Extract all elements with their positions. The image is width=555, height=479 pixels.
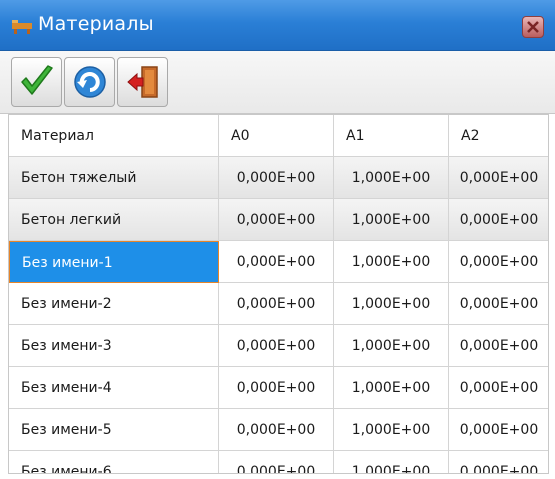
cell-a0[interactable]: 0,000E+00 <box>219 367 334 409</box>
cell-a1[interactable]: 1,000E+00 <box>334 409 449 451</box>
table-row[interactable]: Бетон тяжелый 0,000E+00 1,000E+00 0,000E+00 <box>9 157 548 199</box>
column-header-a2[interactable]: A2 <box>449 115 548 157</box>
cell-a1[interactable]: 1,000E+00 <box>334 241 449 283</box>
cell-material[interactable]: Без имени-6 <box>9 451 219 473</box>
refresh-button[interactable] <box>64 57 115 107</box>
exit-button[interactable] <box>117 57 168 107</box>
materials-window: Материалы Материал A0 A1 A2 Бетон тяжелы… <box>0 0 555 479</box>
apply-button[interactable] <box>11 57 62 107</box>
cell-a1[interactable]: 1,000E+00 <box>334 451 449 473</box>
checkmark-icon <box>21 65 53 95</box>
title-bar[interactable]: Материалы <box>0 0 555 51</box>
table-row[interactable]: Без имени-1 0,000E+00 1,000E+00 0,000E+00 <box>9 241 548 283</box>
column-header-a0[interactable]: A0 <box>219 115 334 157</box>
table-row[interactable]: Без имени-3 0,000E+00 1,000E+00 0,000E+00 <box>9 325 548 367</box>
cell-a0[interactable]: 0,000E+00 <box>219 283 334 325</box>
table-row[interactable]: Без имени-4 0,000E+00 1,000E+00 0,000E+00 <box>9 367 548 409</box>
cell-a2[interactable]: 0,000E+00 <box>449 283 548 325</box>
cell-a1[interactable]: 1,000E+00 <box>334 157 449 199</box>
window-title: Материалы <box>38 13 154 35</box>
close-button[interactable] <box>522 16 544 38</box>
cell-a0[interactable]: 0,000E+00 <box>219 157 334 199</box>
cell-a1[interactable]: 1,000E+00 <box>334 367 449 409</box>
exit-door-icon <box>127 66 158 98</box>
cell-a2[interactable]: 0,000E+00 <box>449 241 548 283</box>
cell-material[interactable]: Без имени-4 <box>9 367 219 409</box>
cell-material[interactable]: Бетон тяжелый <box>9 157 219 199</box>
column-header-material[interactable]: Материал <box>9 115 219 157</box>
table-row[interactable]: Без имени-5 0,000E+00 1,000E+00 0,000E+00 <box>9 409 548 451</box>
app-icon <box>12 20 32 34</box>
cell-a2[interactable]: 0,000E+00 <box>449 325 548 367</box>
table-row[interactable]: Без имени-6 0,000E+00 1,000E+00 0,000E+00 <box>9 451 548 473</box>
cell-material[interactable]: Бетон легкий <box>9 199 219 241</box>
cell-a1[interactable]: 1,000E+00 <box>334 199 449 241</box>
cell-a2[interactable]: 0,000E+00 <box>449 157 548 199</box>
cell-material[interactable]: Без имени-1 <box>9 241 219 283</box>
cell-a2[interactable]: 0,000E+00 <box>449 199 548 241</box>
cell-a0[interactable]: 0,000E+00 <box>219 409 334 451</box>
table-header-row: Материал A0 A1 A2 <box>9 115 548 157</box>
cell-a0[interactable]: 0,000E+00 <box>219 241 334 283</box>
close-icon <box>527 21 539 33</box>
cell-material[interactable]: Без имени-5 <box>9 409 219 451</box>
cell-a0[interactable]: 0,000E+00 <box>219 325 334 367</box>
refresh-icon <box>74 66 106 98</box>
cell-a2[interactable]: 0,000E+00 <box>449 451 548 473</box>
cell-material[interactable]: Без имени-2 <box>9 283 219 325</box>
cell-a2[interactable]: 0,000E+00 <box>449 367 548 409</box>
cell-a1[interactable]: 1,000E+00 <box>334 325 449 367</box>
cell-a2[interactable]: 0,000E+00 <box>449 409 548 451</box>
table-row[interactable]: Без имени-2 0,000E+00 1,000E+00 0,000E+00 <box>9 283 548 325</box>
cell-a0[interactable]: 0,000E+00 <box>219 199 334 241</box>
cell-a1[interactable]: 1,000E+00 <box>334 283 449 325</box>
cell-a0[interactable]: 0,000E+00 <box>219 451 334 473</box>
column-header-a1[interactable]: A1 <box>334 115 449 157</box>
cell-material[interactable]: Без имени-3 <box>9 325 219 367</box>
materials-table: Материал A0 A1 A2 Бетон тяжелый 0,000E+00… <box>8 114 549 474</box>
table-row[interactable]: Бетон легкий 0,000E+00 1,000E+00 0,000E+00 <box>9 199 548 241</box>
toolbar <box>0 51 555 114</box>
